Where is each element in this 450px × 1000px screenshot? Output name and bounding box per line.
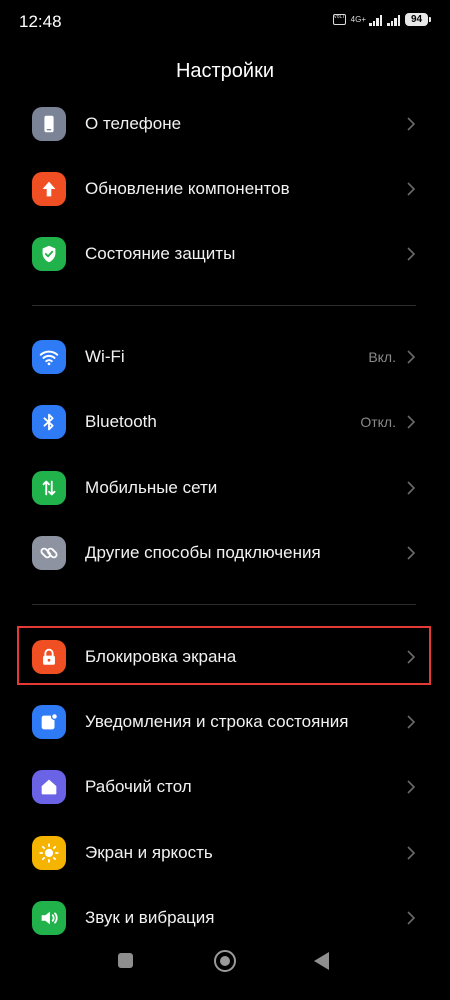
settings-item-label: Звук и вибрация (85, 908, 215, 927)
settings-item-label: Другие способы подключения (85, 543, 321, 562)
settings-item-display-brightness[interactable]: Экран и яркость (0, 821, 450, 885)
settings-item-about-phone[interactable]: О телефоне (0, 92, 450, 156)
chevron-right-icon (407, 117, 416, 131)
settings-item-label: О телефоне (85, 114, 182, 133)
settings-item-home-screen[interactable]: Рабочий стол (0, 755, 450, 819)
home-button-dot (220, 956, 230, 966)
settings-item-label: Уведомления и строка состояния (85, 712, 349, 731)
chevron-right-icon (407, 911, 416, 925)
page-title: Настройки (175, 60, 275, 82)
chevron-right-icon (407, 846, 416, 860)
shield-check-icon (32, 237, 66, 271)
arrow-up-icon (32, 172, 66, 206)
lock-icon (32, 640, 66, 674)
settings-item-sound-vibration[interactable]: Звук и вибрация (0, 886, 450, 950)
chevron-right-icon (407, 481, 416, 495)
sun-icon (32, 836, 66, 870)
phone-icon (32, 107, 66, 141)
bluetooth-status-value: Откл. (360, 414, 396, 430)
network-type: 4G+ (350, 14, 366, 24)
home-button[interactable] (214, 950, 236, 972)
status-bar: 12:48 VoLTE 4G+ 94 (0, 0, 450, 44)
settings-item-notifications[interactable]: Уведомления и строка состояния (0, 690, 450, 754)
settings-item-label: Мобильные сети (85, 478, 218, 497)
back-button[interactable] (314, 952, 329, 970)
battery-indicator: 94 (405, 13, 431, 26)
chevron-right-icon (407, 715, 416, 729)
settings-item-bluetooth[interactable]: Bluetooth Откл. (0, 390, 450, 454)
settings-item-label: Экран и яркость (85, 843, 213, 862)
status-icons: VoLTE 4G+ 94 (332, 13, 431, 26)
settings-item-protection-status[interactable]: Состояние защиты (0, 222, 450, 286)
recent-apps-button[interactable] (118, 953, 133, 968)
chevron-right-icon (407, 182, 416, 196)
notification-icon (32, 705, 66, 739)
chevron-right-icon (407, 780, 416, 794)
chevron-right-icon (407, 546, 416, 560)
settings-item-label: Блокировка экрана (85, 647, 237, 666)
settings-item-other-connections[interactable]: Другие способы подключения (0, 521, 450, 585)
settings-item-component-update[interactable]: Обновление компонентов (0, 157, 450, 221)
settings-item-lock-screen[interactable]: Блокировка экрана (0, 625, 450, 689)
mobile-data-icon (32, 471, 66, 505)
status-time: 12:48 (19, 12, 62, 31)
chevron-right-icon (407, 650, 416, 664)
signal-icon (369, 14, 382, 26)
link-icon (32, 536, 66, 570)
speaker-icon (32, 901, 66, 935)
settings-item-mobile-networks[interactable]: Мобильные сети (0, 456, 450, 520)
settings-item-wifi[interactable]: Wi-Fi Вкл. (0, 325, 450, 389)
settings-item-label: Wi-Fi (85, 347, 125, 366)
navigation-bar (0, 944, 450, 1000)
settings-item-label: Bluetooth (85, 412, 157, 431)
home-icon (32, 770, 66, 804)
bluetooth-icon (32, 405, 66, 439)
chevron-right-icon (407, 247, 416, 261)
signal-icon-2 (387, 14, 400, 26)
chevron-right-icon (407, 350, 416, 364)
chevron-right-icon (407, 415, 416, 429)
wifi-icon (32, 340, 66, 374)
wifi-status-value: Вкл. (368, 349, 396, 365)
settings-item-label: Рабочий стол (85, 777, 192, 796)
section-divider (32, 604, 416, 605)
volte-icon: VoLTE (332, 14, 346, 25)
section-divider (32, 305, 416, 306)
settings-item-label: Обновление компонентов (85, 179, 290, 198)
settings-item-label: Состояние защиты (85, 244, 236, 263)
